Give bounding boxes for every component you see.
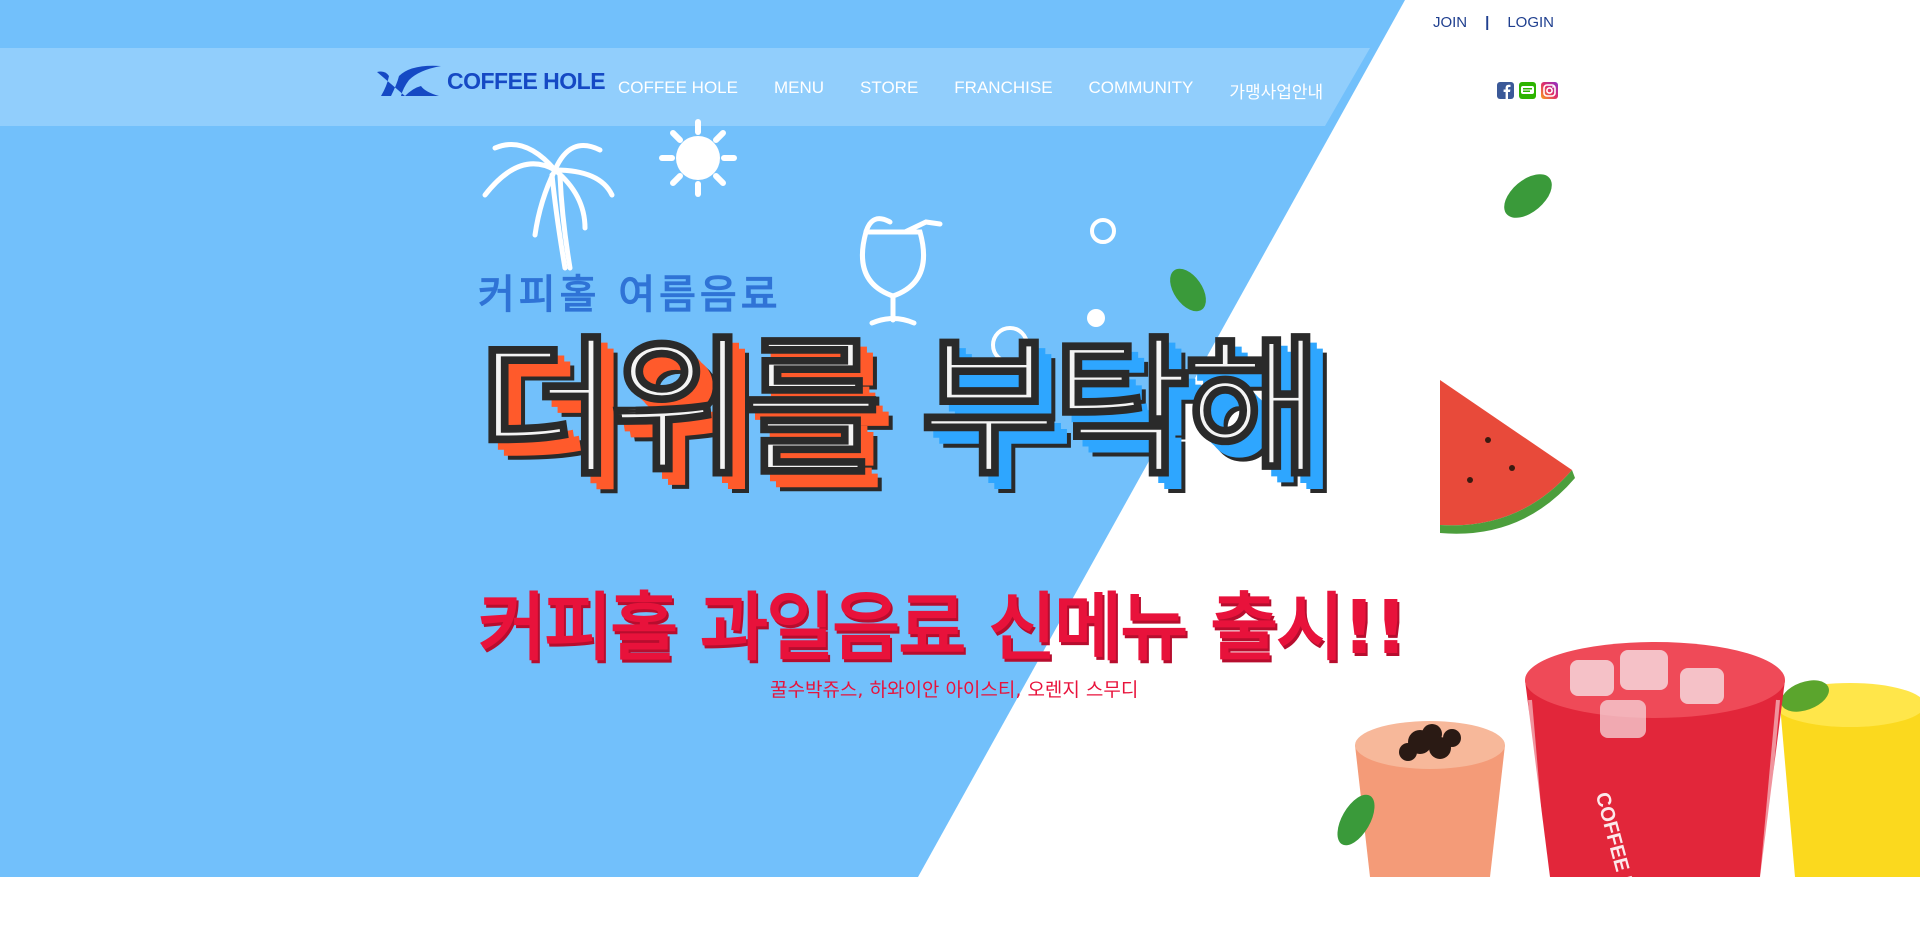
top-links-separator: | <box>1485 14 1490 31</box>
hero-title-part1: 더위를 <box>476 323 881 497</box>
hero-banner[interactable]: JOIN | LOGIN COFFEE HOLE COFFEE HOLE MEN… <box>0 0 1920 877</box>
instagram-icon[interactable] <box>1541 82 1558 99</box>
page: JOIN | LOGIN COFFEE HOLE COFFEE HOLE MEN… <box>0 0 1920 935</box>
nav-item-coffee-hole[interactable]: COFFEE HOLE <box>618 78 738 103</box>
hero-title: 더위를 부탁해 <box>476 334 1323 487</box>
nav-item-store[interactable]: STORE <box>860 78 918 103</box>
logo-text: COFFEE HOLE <box>447 67 606 94</box>
hero-description: 꿀수박쥬스, 하와이안 아이스티, 오렌지 스무디 <box>770 679 1139 701</box>
sun-doodle <box>659 119 737 197</box>
social-links <box>1497 82 1558 99</box>
nav-menu: COFFEE HOLE MENU STORE FRANCHISE COMMUNI… <box>618 78 1323 103</box>
facebook-icon[interactable] <box>1497 82 1514 99</box>
login-link[interactable]: LOGIN <box>1507 14 1554 31</box>
nav-item-menu[interactable]: MENU <box>774 78 824 103</box>
blog-icon[interactable] <box>1519 82 1536 99</box>
main-navigation: COFFEE HOLE COFFEE HOLE MENU STORE FRANC… <box>0 48 1920 126</box>
hero-headline: 커피홀 과일음료 신메뉴 출시!! <box>478 585 1408 671</box>
hero-subtitle: 커피홀 여름음료 <box>478 272 782 318</box>
join-link[interactable]: JOIN <box>1433 14 1467 31</box>
logo-wave-icon <box>377 65 441 96</box>
nav-item-franchise[interactable]: FRANCHISE <box>954 78 1052 103</box>
hero-title-part2: 부탁해 <box>919 323 1324 497</box>
nav-item-community[interactable]: COMMUNITY <box>1089 78 1194 103</box>
top-links: JOIN | LOGIN <box>1433 14 1554 31</box>
nav-item-franchise-info[interactable]: 가맹사업안내 <box>1229 78 1323 103</box>
logo[interactable]: COFFEE HOLE <box>375 62 606 100</box>
